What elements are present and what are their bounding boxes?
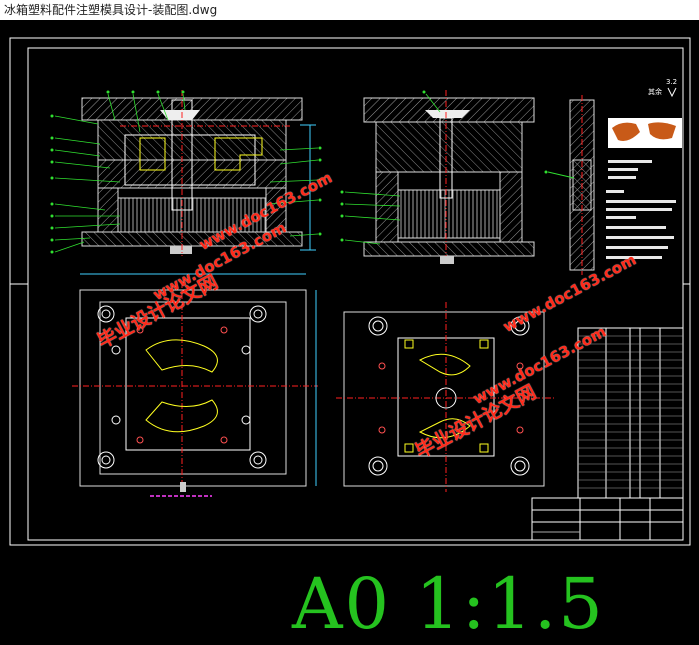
moving-half-plan-view [72,273,318,497]
window-title: 冰箱塑料配件注塑模具设计-装配图.dwg [0,0,699,20]
product-thumbnail [608,118,682,148]
sheet-scale-label: A0 1:1.5 [292,563,605,645]
cad-viewport[interactable]: 其余 3.2 毕业设计论文网 www.doc163.com 毕业设计论文网 ww… [0,20,699,640]
roughness-symbol-icon [667,87,677,98]
title-block [531,497,684,541]
roughness-note: 其余 [648,87,662,96]
end-view [547,95,595,275]
technical-requirements [606,160,676,259]
parts-list-table [577,327,684,499]
roughness-value: 3.2 [666,78,677,86]
side-section-view [344,90,535,264]
